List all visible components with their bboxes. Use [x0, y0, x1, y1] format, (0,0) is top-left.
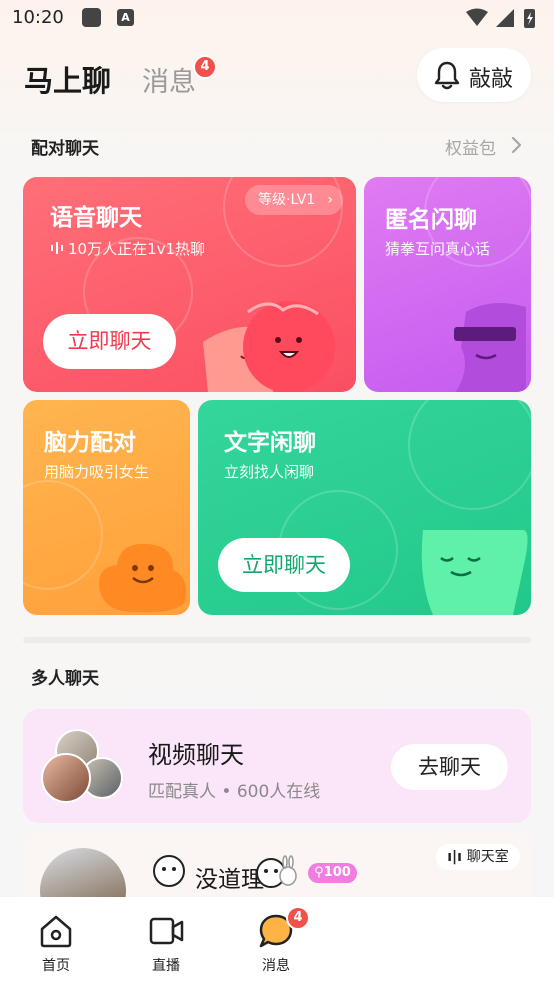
face-emoji-icon	[153, 855, 185, 887]
nav-live-label: 直播	[152, 958, 180, 974]
knock-label: 敲敲	[469, 67, 514, 92]
brain-match-subtitle: 用脑力吸引女生	[44, 463, 150, 481]
text-chat-card[interactable]: 文字闲聊 立刻找人闲聊 立即聊天	[198, 400, 531, 615]
video-camera-icon	[149, 917, 184, 945]
nav-home-label: 首页	[42, 958, 70, 974]
bell-icon	[434, 61, 460, 90]
avatar	[41, 753, 91, 803]
key-icon: ⚲	[314, 865, 324, 880]
status-bar: 10:20 A	[0, 0, 554, 36]
text-chat-button[interactable]: 立即聊天	[218, 538, 350, 592]
voice-chat-subtitle: 10万人正在1v1热聊	[68, 240, 206, 258]
text-mascot-illustration	[421, 530, 528, 615]
room-level-badge: ⚲100	[308, 863, 357, 883]
status-time: 10:20	[12, 7, 64, 28]
anonymous-chat-subtitle: 猜拳互问真心话	[385, 240, 491, 258]
nav-messages-label: 消息	[262, 958, 290, 974]
status-icons	[466, 8, 535, 28]
brain-mascot-illustration	[99, 543, 187, 613]
decor-bubble	[408, 400, 531, 510]
soundwave-icon	[51, 242, 63, 254]
chevron-right-icon[interactable]	[510, 134, 524, 156]
go-chat-button[interactable]: 去聊天	[391, 744, 508, 790]
video-chat-title: 视频聊天	[148, 741, 244, 769]
voice-chat-button[interactable]: 立即聊天	[43, 314, 176, 369]
section-divider	[23, 637, 531, 643]
voice-mascot-illustration	[203, 301, 335, 392]
room-name: 没道理	[195, 867, 264, 893]
rights-link[interactable]: 权益包	[445, 134, 496, 159]
chat-room-tag-label: 聊天室	[466, 849, 509, 865]
nav-messages-badge: 4	[286, 906, 310, 930]
text-chat-subtitle: 立刻找人闲聊	[224, 463, 315, 481]
level-badge[interactable]: 等级·LV1 ›	[245, 185, 343, 215]
knock-button[interactable]: 敲敲	[417, 48, 531, 102]
brain-match-card[interactable]: 脑力配对 用脑力吸引女生	[23, 400, 190, 615]
section-title-pairing: 配对聊天	[31, 139, 99, 159]
home-icon	[40, 915, 72, 948]
nav-live[interactable]: 直播	[126, 897, 206, 984]
soundwave-icon: ı|ı	[447, 849, 467, 865]
brain-match-title: 脑力配对	[44, 430, 136, 456]
nav-home[interactable]: 首页	[16, 897, 96, 984]
video-chat-card[interactable]: 视频聊天 匹配真人 • 600人在线 去聊天	[23, 709, 531, 823]
chat-room-tag: ı|ı 聊天室	[436, 844, 520, 870]
voice-chat-card[interactable]: 语音聊天 10万人正在1v1热聊 等级·LV1 › 立即聊天	[23, 177, 356, 392]
video-chat-subtitle: 匹配真人 • 600人在线	[148, 782, 321, 802]
anonymous-mascot-illustration	[454, 303, 526, 392]
voice-chat-title: 语音聊天	[50, 205, 142, 231]
anonymous-chat-title: 匿名闪聊	[385, 207, 477, 233]
page-title[interactable]: 马上聊	[24, 58, 111, 100]
notification-icon	[82, 8, 101, 27]
text-chat-title: 文字闲聊	[224, 430, 316, 456]
section-title-group: 多人聊天	[31, 669, 99, 689]
bunny-emoji-icon	[256, 855, 297, 888]
bottom-nav: 首页 直播 消息	[0, 897, 554, 984]
tab-messages[interactable]: 消息	[142, 60, 196, 99]
messages-badge: 4	[193, 55, 217, 79]
room-badge-value: 100	[323, 865, 351, 880]
level-label: 等级·LV1	[258, 192, 316, 208]
chevron-right-icon: ›	[327, 192, 333, 208]
decor-bubble	[23, 480, 103, 590]
anonymous-chat-card[interactable]: 匿名闪聊 猜拳互问真心话	[364, 177, 531, 392]
keyboard-notification-icon: A	[117, 9, 134, 26]
